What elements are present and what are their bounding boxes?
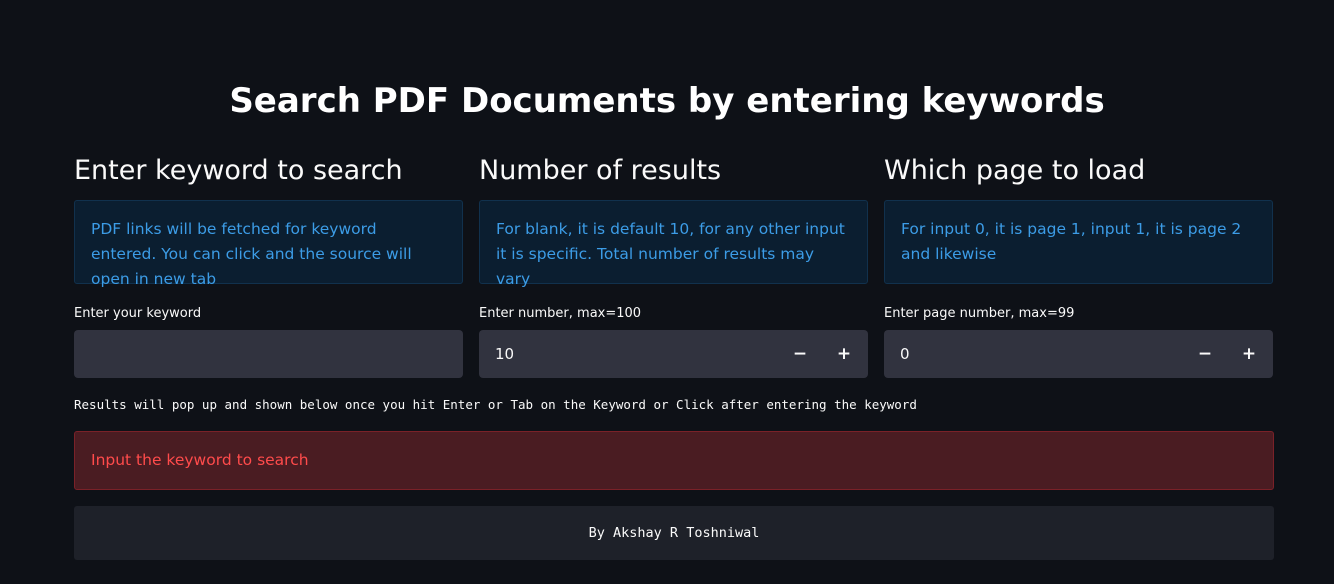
- results-note: Results will pop up and shown below once…: [74, 397, 917, 412]
- footer-credit: By Akshay R Toshniwal: [74, 506, 1274, 560]
- page-number-column: Which page to load For input 0, it is pa…: [884, 150, 1273, 378]
- results-count-info-box: For blank, it is default 10, for any oth…: [479, 200, 868, 288]
- page-number-info-box: For input 0, it is page 1, input 1, it i…: [884, 200, 1273, 284]
- results-count-field-label: Enter number, max=100: [479, 306, 642, 321]
- results-count-heading: Number of results: [479, 155, 722, 186]
- page-number-input[interactable]: [884, 330, 1183, 378]
- page-number-field-label: Enter page number, max=99: [884, 306, 1075, 321]
- footer-credit-text: By Akshay R Toshniwal: [588, 525, 760, 541]
- page-number-stepper: − +: [884, 330, 1273, 378]
- error-alert: Input the keyword to search: [74, 431, 1274, 490]
- results-count-input[interactable]: [479, 330, 778, 378]
- results-count-increment-button[interactable]: +: [822, 330, 866, 378]
- keyword-column: Enter keyword to search PDF links will b…: [74, 150, 463, 378]
- app-page: Search PDF Documents by entering keyword…: [0, 0, 1334, 584]
- results-count-stepper: − +: [479, 330, 868, 378]
- page-title: Search PDF Documents by entering keyword…: [229, 81, 1105, 121]
- page-number-decrement-button[interactable]: −: [1183, 330, 1227, 378]
- input-columns: Enter keyword to search PDF links will b…: [74, 150, 1274, 378]
- keyword-field-label: Enter your keyword: [74, 306, 202, 321]
- keyword-input[interactable]: [74, 330, 463, 378]
- keyword-info-box: PDF links will be fetched for keyword en…: [74, 200, 463, 288]
- keyword-heading: Enter keyword to search: [74, 155, 403, 186]
- keyword-input-wrap: [74, 330, 463, 378]
- page-number-increment-button[interactable]: +: [1227, 330, 1271, 378]
- page-number-heading: Which page to load: [884, 155, 1146, 186]
- results-count-decrement-button[interactable]: −: [778, 330, 822, 378]
- results-count-column: Number of results For blank, it is defau…: [479, 150, 868, 378]
